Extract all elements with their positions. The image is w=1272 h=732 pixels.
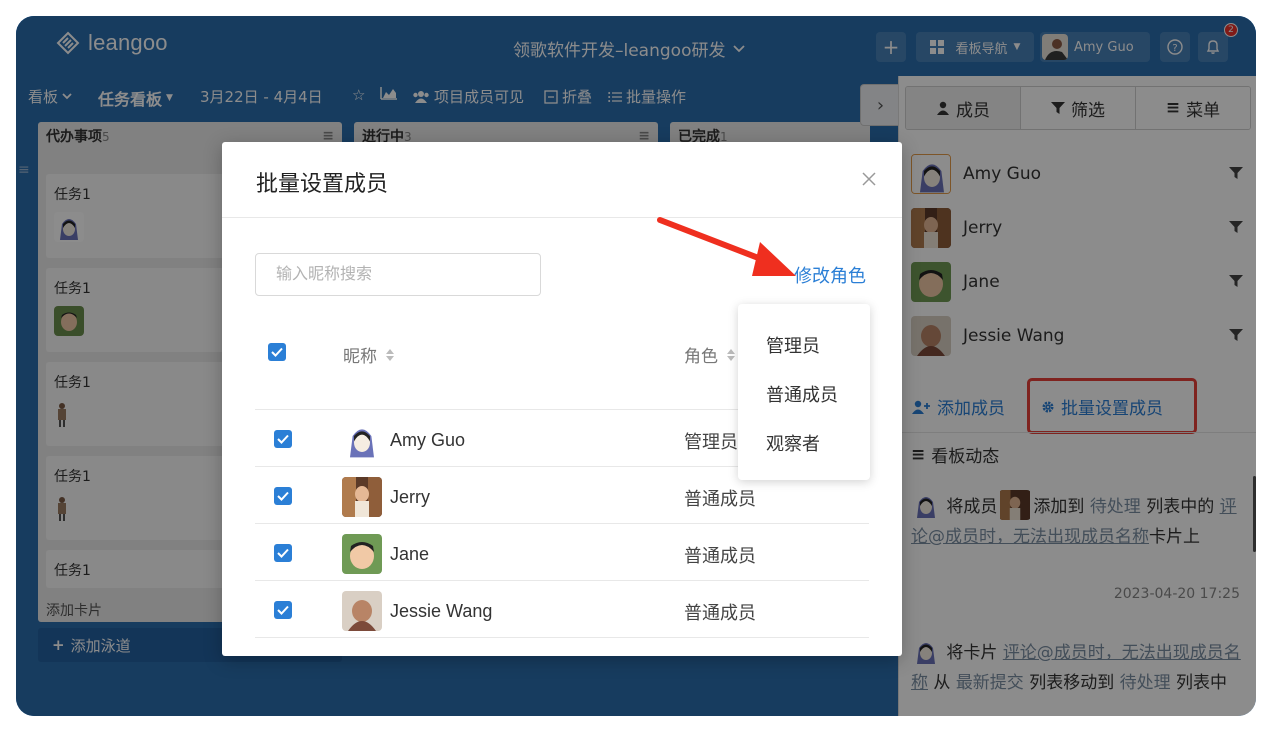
row-divider (255, 580, 869, 581)
dialog-title: 批量设置成员 (256, 172, 389, 197)
row-checkbox[interactable] (274, 430, 292, 448)
row-member: Jane (342, 534, 429, 574)
close-button[interactable] (856, 166, 882, 192)
check-icon (277, 548, 289, 558)
member-avatar (342, 477, 382, 517)
member-avatar (342, 591, 382, 631)
select-all-checkbox[interactable] (268, 343, 286, 361)
member-role: 普通成员 (684, 603, 756, 624)
role-option-observer[interactable]: 观察者 (766, 430, 820, 456)
check-icon (277, 434, 289, 444)
role-dropdown-menu: 管理员 普通成员 观察者 (738, 304, 870, 480)
screenshot-frame: leangoo 领歌软件开发–leangoo研发 + 看板导航 ▼ Amy Gu… (16, 16, 1256, 716)
close-icon (862, 172, 876, 186)
check-icon (277, 491, 289, 501)
row-member: Jessie Wang (342, 591, 492, 631)
sort-icon (386, 348, 394, 361)
nickname-search-input[interactable] (255, 253, 541, 296)
member-name: Jessie Wang (390, 600, 493, 621)
member-role: 管理员 (684, 432, 738, 453)
check-icon (277, 605, 289, 615)
board-app: leangoo 领歌软件开发–leangoo研发 + 看板导航 ▼ Amy Gu… (16, 16, 1256, 716)
column-header-label: 昵称 (343, 347, 377, 367)
nickname-column-header[interactable]: 昵称 (343, 342, 395, 367)
member-role: 普通成员 (684, 489, 756, 510)
row-member: Jerry (342, 477, 430, 517)
annotation-arrow-icon (657, 217, 796, 276)
role-option-member[interactable]: 普通成员 (766, 381, 838, 407)
dialog-header: 批量设置成员 (222, 142, 902, 218)
row-checkbox[interactable] (274, 601, 292, 619)
role-column-header[interactable]: 角色 (684, 342, 736, 367)
member-name: Jerry (390, 486, 430, 507)
member-avatar (342, 534, 382, 574)
member-role: 普通成员 (684, 546, 756, 567)
member-name: Amy Guo (390, 429, 466, 450)
row-member: Amy Guo (342, 420, 465, 460)
row-checkbox[interactable] (274, 544, 292, 562)
column-header-label: 角色 (684, 347, 718, 367)
check-icon (271, 347, 283, 357)
sort-icon (727, 348, 735, 361)
row-divider (255, 523, 869, 524)
row-divider (255, 637, 869, 638)
role-option-admin[interactable]: 管理员 (766, 332, 820, 358)
row-checkbox[interactable] (274, 487, 292, 505)
member-avatar (342, 420, 382, 460)
member-name: Jane (390, 543, 430, 564)
